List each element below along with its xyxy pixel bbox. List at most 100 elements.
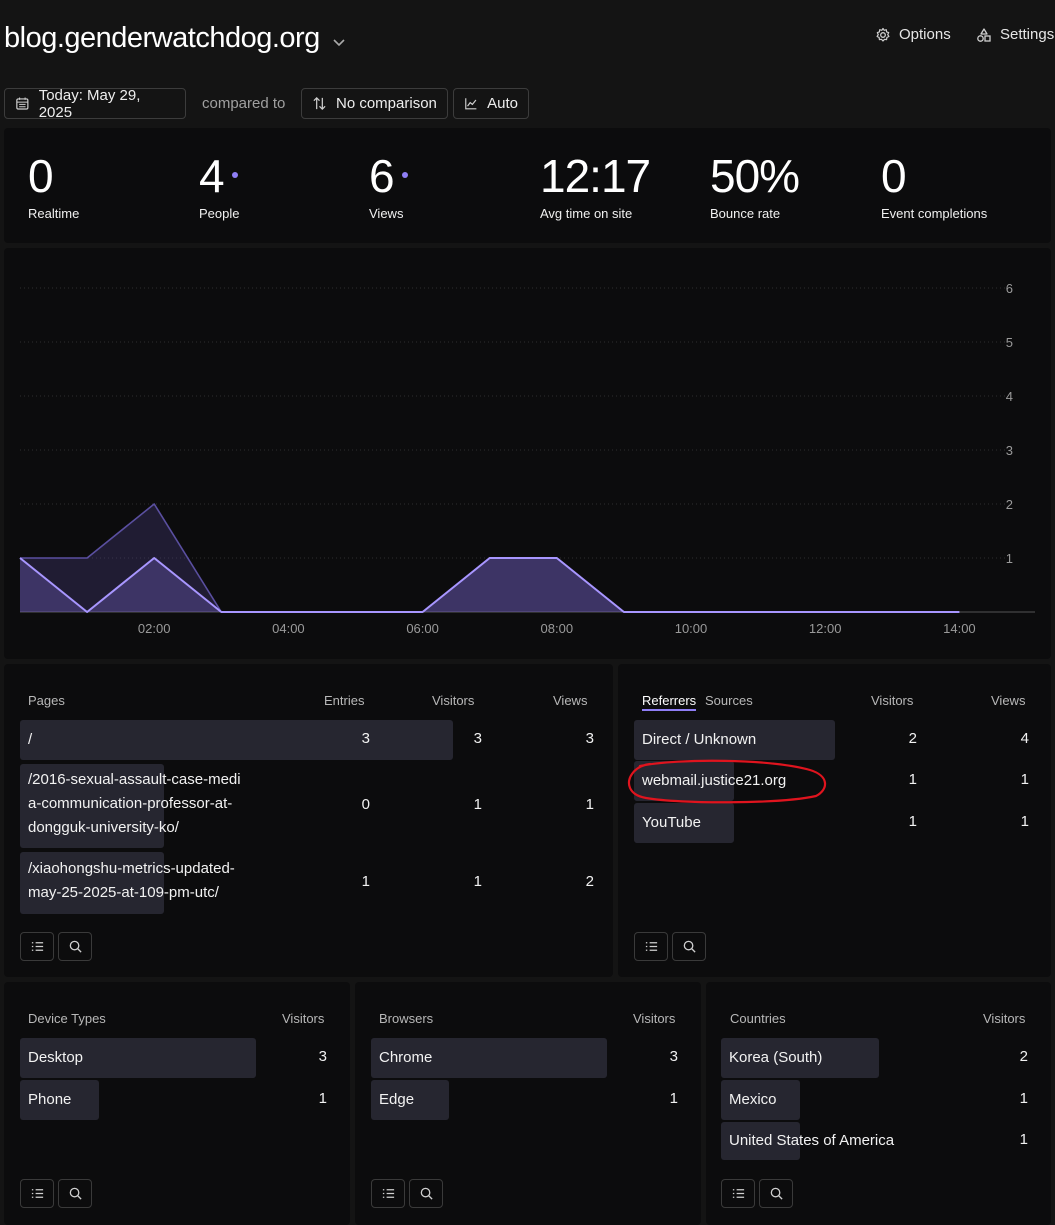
series-area <box>20 558 960 612</box>
search-icon <box>420 1187 433 1200</box>
browsers-panel: Browsers Visitors Chrome 3 Edge 1 <box>355 982 701 1225</box>
list-icon <box>382 1189 394 1198</box>
table-row[interactable]: /xiaohongshu-metrics-updated- may-25-202… <box>20 852 598 914</box>
x-tick-label: 10:00 <box>675 621 708 636</box>
x-tick-label: 12:00 <box>809 621 842 636</box>
metric-bounce-rate[interactable]: 50% Bounce rate <box>710 148 800 221</box>
country-label: United States of America <box>729 1132 895 1149</box>
table-row[interactable]: United States of America 1 <box>721 1122 1028 1160</box>
views-value: 1 <box>585 796 594 813</box>
browsers-title: Browsers <box>379 1011 434 1026</box>
visitors-column-header[interactable]: Visitors <box>871 693 913 708</box>
comparison-label: No comparison <box>336 95 437 112</box>
visitors-column-header[interactable]: Visitors <box>282 1011 324 1026</box>
list-view-button[interactable] <box>634 932 668 961</box>
visitors-value: 3 <box>669 1048 678 1065</box>
visitors-column-header[interactable]: Visitors <box>983 1011 1025 1026</box>
options-button[interactable]: Options <box>875 26 951 43</box>
list-view-button[interactable] <box>721 1179 755 1208</box>
x-tick-label: 04:00 <box>272 621 305 636</box>
metric-value: 50% <box>710 150 800 202</box>
list-view-button[interactable] <box>371 1179 405 1208</box>
views-column-header[interactable]: Views <box>553 693 587 708</box>
y-tick-label: 2 <box>1006 497 1013 512</box>
search-button[interactable] <box>759 1179 793 1208</box>
visitors-chart[interactable]: 1 2 3 4 5 6 02:00 04:00 06:00 08:00 10:00 12:00 14:0… <box>0 248 1055 660</box>
gear-icon <box>876 27 890 42</box>
calendar-icon <box>16 97 29 110</box>
page-path-line: dongguk-university-ko/ <box>28 819 179 836</box>
visitors-value: 1 <box>318 1090 327 1107</box>
page-path: /xiaohongshu-metrics-updated- may-25-202… <box>28 857 288 905</box>
search-icon <box>69 1187 82 1200</box>
metric-people[interactable]: 4 People <box>199 148 239 221</box>
comparison-button[interactable]: No comparison <box>301 88 448 119</box>
search-button[interactable] <box>58 932 92 961</box>
table-row[interactable]: / 3 3 3 <box>20 720 598 760</box>
search-icon <box>69 940 82 953</box>
views-column-header[interactable]: Views <box>991 693 1025 708</box>
visitors-column-header[interactable]: Visitors <box>633 1011 675 1026</box>
visitors-value: 1 <box>669 1090 678 1107</box>
row-bar <box>20 720 453 760</box>
metric-label: People <box>199 206 240 221</box>
metric-views[interactable]: 6 Views <box>369 148 408 221</box>
referrer-label: Direct / Unknown <box>642 731 757 748</box>
list-icon <box>732 1189 744 1198</box>
metric-value: 0 <box>28 150 54 202</box>
page-path: /2016-sexual-assault-case-medi a-communi… <box>28 768 288 840</box>
table-row[interactable]: Korea (South) 2 <box>721 1038 1028 1078</box>
metric-label: Realtime <box>28 206 80 221</box>
x-tick-label: 14:00 <box>943 621 976 636</box>
site-title[interactable]: blog.genderwatchdog.org <box>4 22 320 55</box>
pages-panel: Pages Entries Visitors Views / 3 3 3 /20… <box>4 664 613 977</box>
countries-title: Countries <box>730 1011 786 1026</box>
metric-value: 0 <box>881 150 907 202</box>
device-label: Desktop <box>28 1049 84 1066</box>
metric-event-completions[interactable]: 0 Event completions <box>881 148 987 221</box>
metric-avg-time[interactable]: 12:17 Avg time on site <box>540 148 651 221</box>
table-row[interactable]: Desktop 3 <box>20 1038 327 1078</box>
list-icon <box>31 942 43 951</box>
compared-to-label: compared to <box>202 95 286 112</box>
chevron-down-icon[interactable] <box>331 34 347 50</box>
search-button[interactable] <box>409 1179 443 1208</box>
date-range-button[interactable]: Today: May 29, 2025 <box>4 86 186 121</box>
pages-title: Pages <box>28 693 65 708</box>
list-view-button[interactable] <box>20 1179 54 1208</box>
settings-label: Settings <box>1000 26 1055 43</box>
search-icon <box>683 940 696 953</box>
line-chart-icon <box>465 98 477 110</box>
trend-dot-icon <box>401 172 408 178</box>
list-view-button[interactable] <box>20 932 54 961</box>
date-range-label: Today: May 29, 2025 <box>38 86 141 121</box>
interval-button[interactable]: Auto <box>453 88 529 119</box>
x-tick-label: 06:00 <box>406 621 439 636</box>
settings-button[interactable]: Settings <box>976 26 1054 43</box>
search-button[interactable] <box>58 1179 92 1208</box>
search-button[interactable] <box>672 932 706 961</box>
views-value: 2 <box>585 873 594 890</box>
referrers-panel: Referrers Sources Visitors Views Direct … <box>618 664 1051 977</box>
visitors-value: 1 <box>1019 1131 1028 1148</box>
y-tick-label: 3 <box>1006 443 1013 458</box>
list-icon <box>645 942 657 951</box>
page-path-line: may-25-2025-at-109-pm-utc/ <box>28 884 219 901</box>
metric-label: Avg time on site <box>540 206 633 221</box>
table-row[interactable]: Mexico 1 <box>721 1080 1028 1120</box>
table-row[interactable]: Edge 1 <box>371 1080 678 1120</box>
metric-label: Views <box>369 206 404 221</box>
table-row[interactable]: /2016-sexual-assault-case-medi a-communi… <box>20 764 598 848</box>
entries-column-header[interactable]: Entries <box>324 693 364 708</box>
compare-arrows-icon <box>313 97 326 110</box>
metric-value: 6 <box>369 150 395 202</box>
metric-label: Event completions <box>881 206 988 221</box>
trend-dot-icon <box>231 172 238 178</box>
table-row[interactable]: Chrome 3 <box>371 1038 678 1078</box>
tab-sources[interactable]: Sources <box>705 693 753 708</box>
visitors-value: 2 <box>1019 1048 1028 1065</box>
visitors-column-header[interactable]: Visitors <box>432 693 474 708</box>
metric-realtime[interactable]: 0 Realtime <box>28 148 79 221</box>
table-row[interactable]: Phone 1 <box>20 1080 327 1120</box>
tab-referrers[interactable]: Referrers <box>642 693 697 711</box>
